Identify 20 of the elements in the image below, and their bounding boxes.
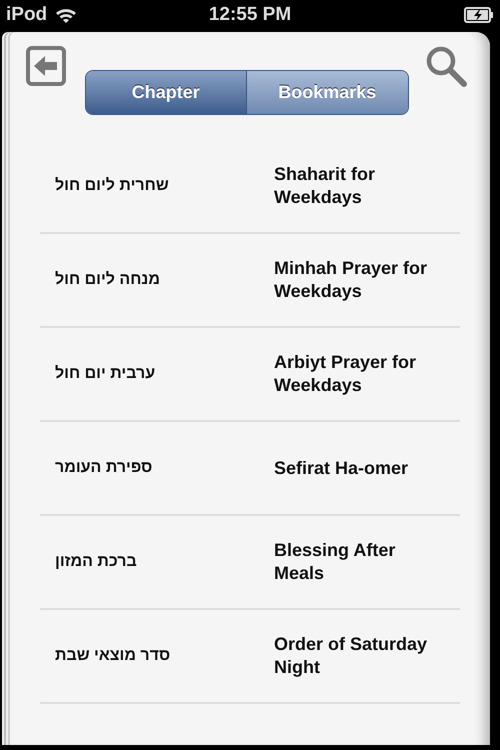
- hebrew-title: שחרית ליום חול: [55, 177, 169, 195]
- english-title: Arbiyt Prayer for Weekdays: [274, 351, 418, 397]
- english-title: Sefirat Ha-omer: [274, 456, 410, 480]
- hebrew-title: ברכת המזון: [55, 553, 137, 571]
- hebrew-title: מנחה ליום חול: [55, 271, 160, 289]
- hebrew-title: ספירת העומר: [55, 459, 152, 477]
- wifi-icon: [55, 6, 78, 24]
- carrier-name: iPod: [6, 4, 48, 26]
- clock-time: 12:55 PM: [208, 4, 292, 26]
- search-icon: [425, 45, 467, 87]
- hebrew-title: סדר מוצאי שבת: [55, 647, 170, 665]
- segment-tab[interactable]: Chapter: [86, 71, 246, 114]
- hebrew-title: ערבית יום חול: [55, 365, 156, 383]
- english-title: Shaharit for Weekdays: [274, 163, 376, 209]
- battery-charging-icon: [464, 7, 494, 23]
- search-button[interactable]: [425, 45, 467, 87]
- english-title: Order of Saturday Night: [274, 633, 428, 679]
- back-button[interactable]: [26, 46, 66, 86]
- english-title: Blessing After Meals: [274, 539, 396, 585]
- english-title: Minhah Prayer for Weekdays: [274, 257, 428, 303]
